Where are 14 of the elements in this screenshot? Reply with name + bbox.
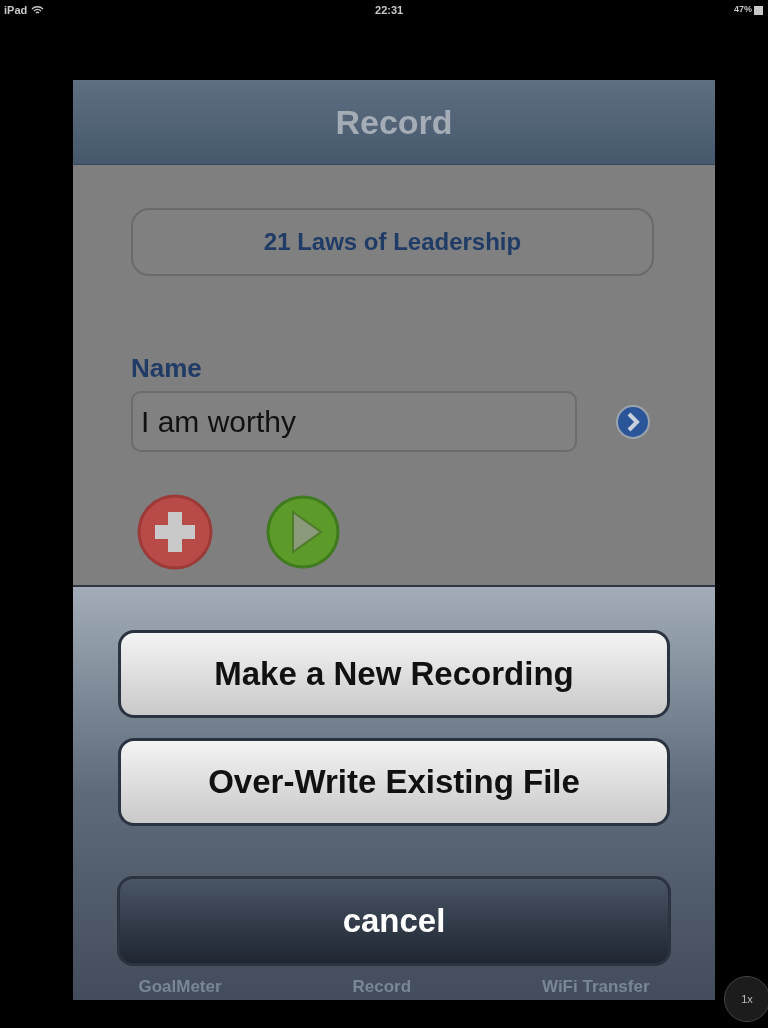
- nav-title: Record: [335, 101, 453, 143]
- cancel-button[interactable]: cancel: [117, 876, 671, 966]
- action-button[interactable]: Over-Write Existing File: [118, 738, 670, 826]
- action-button[interactable]: Make a New Recording: [118, 630, 670, 718]
- device-name: iPad: [4, 2, 28, 18]
- clock-time: 22:31: [375, 2, 404, 18]
- zoom-button[interactable]: 1x: [724, 976, 768, 1022]
- name-input-field[interactable]: I am worthy: [131, 391, 577, 452]
- name-label: Name: [131, 353, 203, 383]
- add-icon[interactable]: [137, 494, 213, 570]
- battery-percent: 47%: [733, 3, 752, 17]
- battery-icon: [754, 5, 764, 15]
- wifi-icon: [31, 5, 45, 15]
- book-button[interactable]: 21 Laws of Leadership: [131, 208, 654, 276]
